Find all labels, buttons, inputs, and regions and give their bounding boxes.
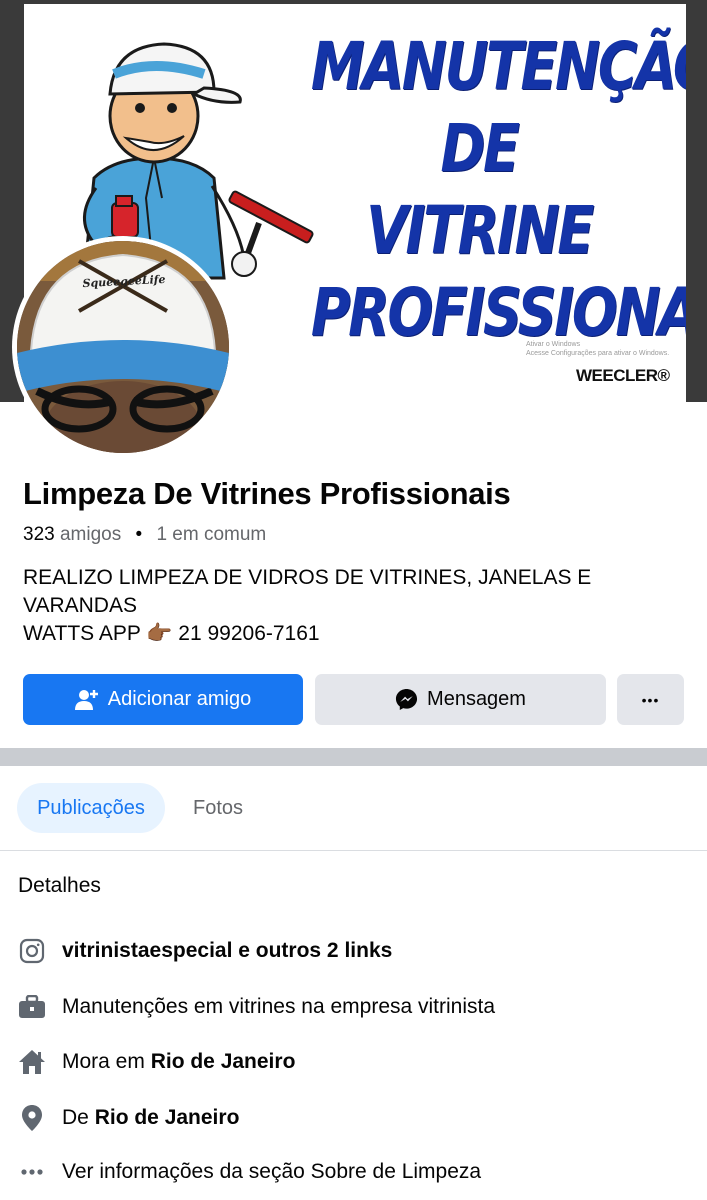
bio-line: VARANDAS xyxy=(23,594,137,617)
see-about-text: Ver informações da seção Sobre de Limpez… xyxy=(62,1160,482,1183)
see-about-info-link[interactable]: Ver informações da seção Sobre de Limpez… xyxy=(18,1158,481,1186)
add-friend-label: Adicionar amigo xyxy=(107,688,252,710)
location-pin-icon xyxy=(18,1104,46,1132)
details-row-lives: Mora em Rio de Janeiro xyxy=(18,1048,295,1076)
details-work-text: Manutenções em vitrines na empresa vitri… xyxy=(62,995,496,1018)
details-row-links[interactable]: vitrinistaespecial e outros 2 links xyxy=(18,937,392,965)
cover-brand-logo: WEECLER® xyxy=(576,366,670,385)
details-row-work: Manutenções em vitrines na empresa vitri… xyxy=(18,993,495,1021)
more-options-button[interactable]: ••• xyxy=(617,674,684,725)
cover-headline: MANUTENÇÃO DE VITRINE PROFISSIONAL xyxy=(310,26,686,354)
lives-city[interactable]: Rio de Janeiro xyxy=(151,1050,296,1074)
profile-bio: REALIZO LIMPEZA DE VIDROS DE VITRINES, J… xyxy=(23,564,663,648)
more-dots-icon: ••• xyxy=(641,691,660,708)
message-label: Mensagem xyxy=(427,688,526,710)
section-divider xyxy=(0,748,707,766)
mutual-friends[interactable]: 1 em comum xyxy=(156,524,266,545)
friends-count: 323 xyxy=(23,524,55,545)
watermark-line: Ativar o Windows xyxy=(526,341,581,348)
home-icon xyxy=(18,1048,46,1076)
tab-photos[interactable]: Fotos xyxy=(193,783,243,833)
profile-picture-image: SqueegeeLife xyxy=(17,241,229,453)
cover-title-line: VITRINE xyxy=(366,192,594,269)
details-heading: Detalhes xyxy=(18,874,101,897)
add-friend-icon xyxy=(74,689,98,710)
friends-label: amigos xyxy=(59,524,122,545)
bio-line: WATTS APP 👉🏾 21 99206-7161 xyxy=(23,622,320,645)
watermark-line: Acesse Configurações para ativar o Windo… xyxy=(526,350,670,357)
windows-activation-watermark: Ativar o Windows Acesse Configurações pa… xyxy=(526,340,669,358)
messenger-icon xyxy=(395,688,418,711)
from-city[interactable]: Rio de Janeiro xyxy=(95,1106,240,1130)
tab-posts[interactable]: Publicações xyxy=(17,783,165,833)
profile-picture[interactable]: SqueegeeLife xyxy=(12,236,234,458)
details-row-from: De Rio de Janeiro xyxy=(18,1104,239,1132)
tabs-divider xyxy=(0,850,707,851)
separator-dot: • xyxy=(135,524,143,545)
from-prefix: De xyxy=(62,1106,95,1129)
lives-prefix: Mora em xyxy=(62,1050,151,1073)
cap-photo-illustration xyxy=(17,241,229,453)
instagram-icon xyxy=(18,937,46,965)
bio-line: REALIZO LIMPEZA DE VIDROS DE VITRINES, J… xyxy=(23,566,592,589)
details-links-text: vitrinistaespecial e outros 2 links xyxy=(62,939,393,962)
add-friend-button[interactable]: Adicionar amigo xyxy=(23,674,303,725)
cover-title-line: DE xyxy=(440,110,520,187)
briefcase-icon xyxy=(18,993,46,1021)
friends-summary[interactable]: 323 amigos • 1 em comum xyxy=(23,524,266,546)
ellipsis-icon xyxy=(18,1158,46,1186)
message-button[interactable]: Mensagem xyxy=(315,674,606,725)
profile-name: Limpeza De Vitrines Profissionais xyxy=(23,476,511,511)
cover-title-line: MANUTENÇÃO xyxy=(310,28,686,105)
